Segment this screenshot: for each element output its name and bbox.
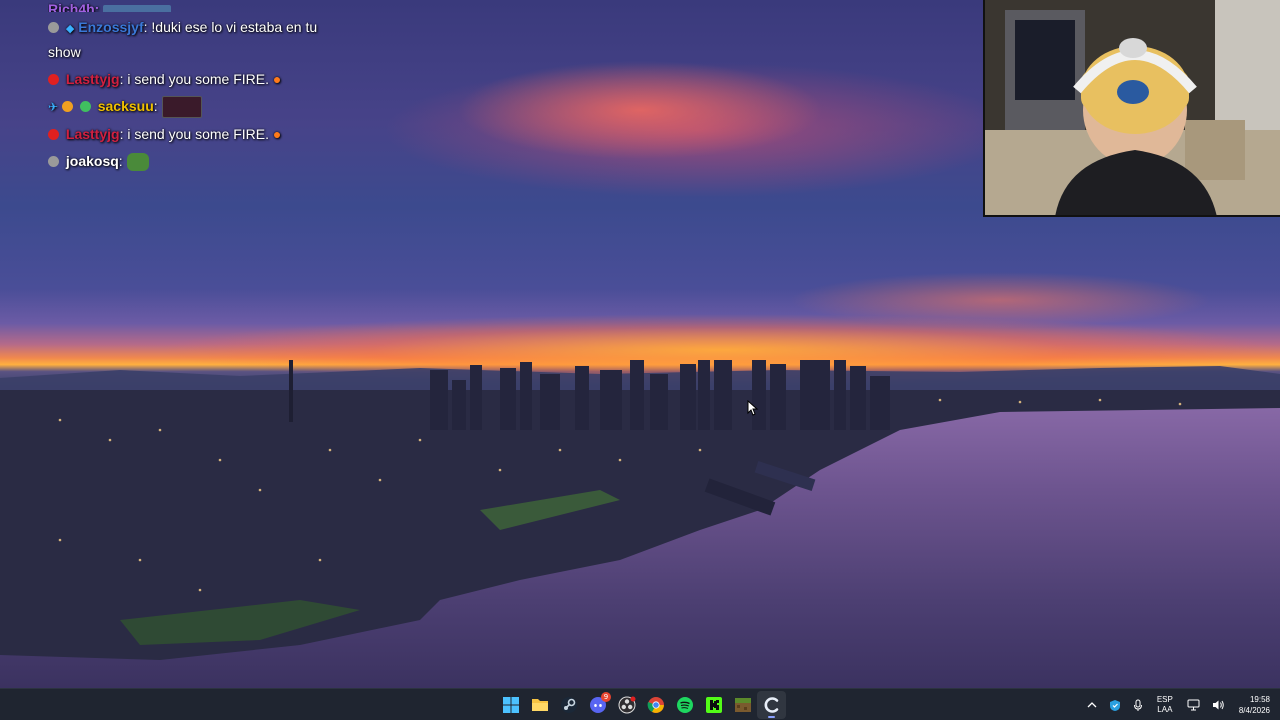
kick-button[interactable] bbox=[699, 691, 728, 719]
green-badge-icon bbox=[79, 101, 91, 112]
app-c-button[interactable] bbox=[757, 691, 786, 719]
fire-emoji: ● bbox=[272, 126, 282, 142]
fire-emoji: ● bbox=[272, 71, 282, 87]
frog-emote bbox=[126, 153, 149, 172]
chat-message: ✈ sacksuu: bbox=[48, 95, 348, 119]
minecraft-icon bbox=[734, 698, 751, 712]
chat-message: joakosq: bbox=[48, 150, 348, 173]
mouse-cursor-icon bbox=[747, 400, 759, 416]
file-explorer-button[interactable] bbox=[525, 691, 554, 719]
chevron-up-icon bbox=[1087, 702, 1097, 708]
clock-time: 19:58 bbox=[1249, 695, 1270, 704]
system-tray: ESP LAA 19:58 8/4/2026 bbox=[1081, 689, 1280, 720]
defender-tray-button[interactable] bbox=[1109, 699, 1121, 712]
wallpaper-city-skyline bbox=[0, 360, 1280, 660]
gray-badge-icon bbox=[48, 156, 59, 167]
show-hidden-icons-button[interactable] bbox=[1087, 701, 1097, 709]
kick-icon bbox=[705, 697, 722, 713]
obs-button[interactable] bbox=[612, 691, 641, 719]
chat-text: i send you some FIRE. bbox=[127, 126, 269, 142]
microphone-icon bbox=[1133, 699, 1142, 711]
microphone-tray-button[interactable] bbox=[1133, 699, 1143, 712]
taskbar-apps: 9 bbox=[496, 691, 786, 719]
app-c-icon bbox=[764, 697, 778, 713]
spotify-button[interactable] bbox=[670, 691, 699, 719]
pin-icon: ✈ bbox=[48, 100, 59, 114]
speaker-icon bbox=[1212, 700, 1224, 710]
windows-start-icon bbox=[502, 697, 519, 713]
file-explorer-icon bbox=[531, 699, 548, 711]
image-emote bbox=[161, 96, 202, 119]
clock-button[interactable]: 19:58 8/4/2026 bbox=[1239, 694, 1270, 716]
taskbar: 9 ESP LAA 19:58 8/4/2026 bbox=[0, 688, 1280, 720]
volume-tray-button[interactable] bbox=[1212, 699, 1225, 711]
steam-button[interactable] bbox=[554, 691, 583, 719]
start-button[interactable] bbox=[496, 691, 525, 719]
chat-username: Lasttyjg bbox=[65, 71, 120, 87]
keyboard-layout: LAA bbox=[1157, 705, 1173, 714]
chrome-button[interactable] bbox=[641, 691, 670, 719]
minecraft-button[interactable] bbox=[728, 691, 757, 719]
obs-icon bbox=[618, 696, 635, 714]
notification-badge: 9 bbox=[601, 692, 611, 702]
chat-text: i send you some FIRE. bbox=[127, 71, 269, 87]
chat-message: Lasttyjg: i send you some FIRE. ● bbox=[48, 68, 348, 91]
input-language-button[interactable]: ESP LAA bbox=[1157, 695, 1173, 715]
stream-chat-overlay: Rich4h: ◆ Enzossjyf: !duki ese lo vi est… bbox=[48, 1, 348, 177]
chat-username: sacksuu bbox=[97, 98, 154, 114]
webcam-feed bbox=[985, 0, 1280, 215]
shield-icon bbox=[1109, 699, 1120, 711]
chat-message: ◆ Enzossjyf: !duki ese lo vi estaba en t… bbox=[48, 19, 318, 60]
gray-badge-icon bbox=[48, 22, 59, 33]
language-code: ESP bbox=[1156, 695, 1173, 704]
chat-message-partial: Rich4h: bbox=[48, 0, 348, 12]
diamond-icon: ◆ bbox=[65, 23, 75, 35]
chrome-icon bbox=[647, 697, 664, 713]
chat-username: Enzossjyf bbox=[78, 19, 144, 35]
chat-username: Lasttyjg bbox=[65, 126, 120, 142]
discord-button[interactable]: 9 bbox=[583, 691, 612, 719]
network-icon bbox=[1187, 699, 1200, 711]
image-emote bbox=[103, 5, 172, 12]
spotify-icon bbox=[676, 697, 693, 713]
chat-username: Rich4h: bbox=[48, 1, 100, 12]
clock-date: 8/4/2026 bbox=[1238, 706, 1270, 715]
chat-message: Lasttyjg: i send you some FIRE. ● bbox=[48, 123, 348, 146]
red-badge-icon bbox=[48, 74, 59, 85]
webcam-overlay bbox=[983, 0, 1280, 217]
network-tray-button[interactable] bbox=[1187, 699, 1200, 711]
red-badge-icon bbox=[48, 129, 59, 140]
chat-username: joakosq bbox=[65, 153, 119, 169]
orange-badge-icon bbox=[61, 101, 73, 112]
steam-icon bbox=[560, 697, 577, 713]
